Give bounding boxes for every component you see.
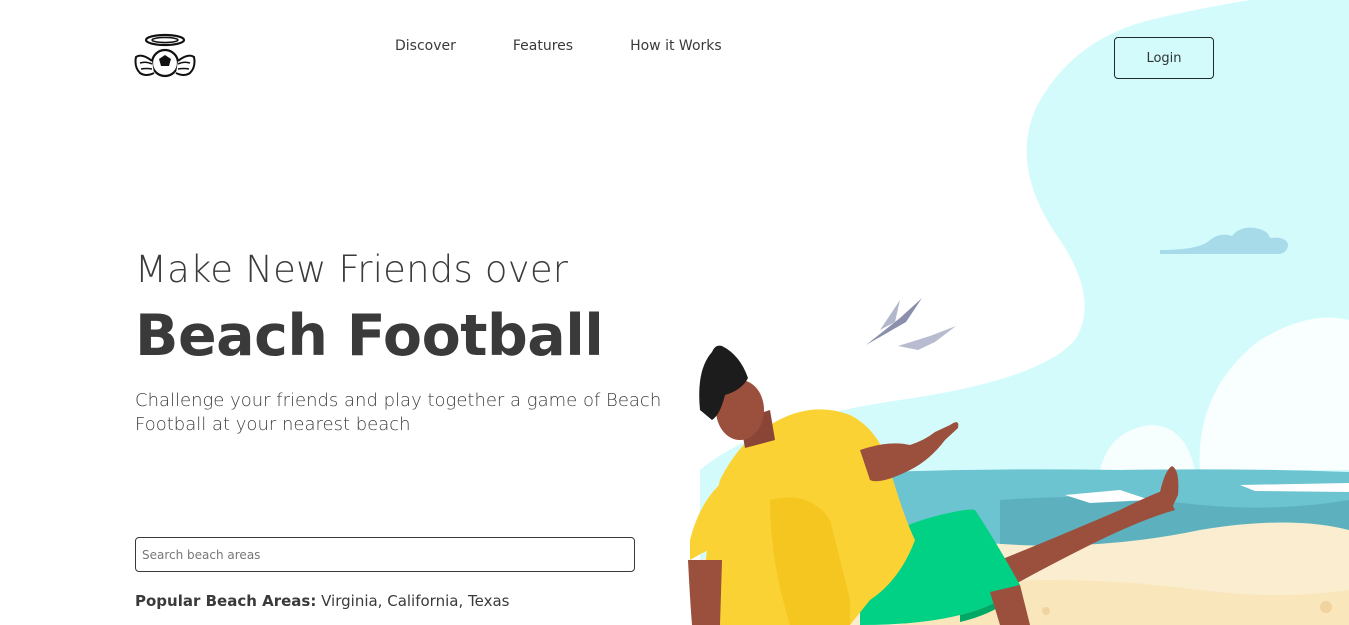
popular-label: Popular Beach Areas: bbox=[135, 592, 317, 610]
logo-halo-football-icon[interactable] bbox=[134, 31, 196, 79]
nav-link-how-it-works[interactable]: How it Works bbox=[630, 37, 722, 55]
popular-areas-list: Virginia, California, Texas bbox=[316, 592, 510, 610]
hero-headline-line2: Beach Football bbox=[135, 303, 604, 369]
login-button[interactable]: Login bbox=[1114, 37, 1214, 79]
nav-link-discover[interactable]: Discover bbox=[395, 37, 456, 55]
nav-link-features[interactable]: Features bbox=[513, 37, 573, 55]
main-nav: Discover Features How it Works bbox=[395, 37, 779, 55]
hero-subtitle: Challenge your friends and play together… bbox=[135, 390, 662, 435]
popular-beach-areas: Popular Beach Areas: Virginia, Californi… bbox=[135, 592, 509, 610]
search-input[interactable] bbox=[135, 537, 635, 572]
hero-headline-line1: Make New Friends over bbox=[135, 248, 569, 291]
